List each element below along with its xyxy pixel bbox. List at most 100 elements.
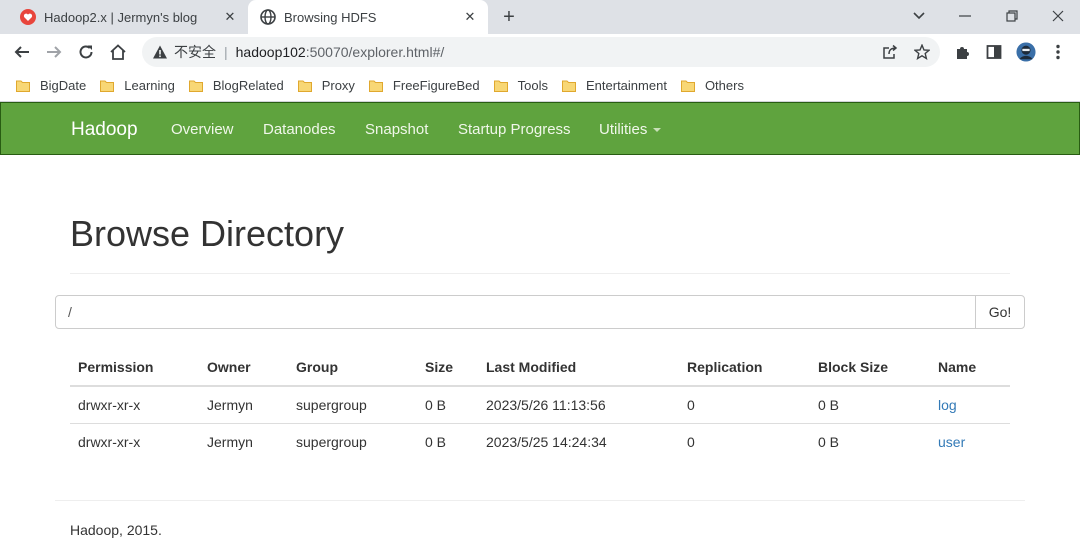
hadoop-navbar: Hadoop Overview Datanodes Snapshot Start… [0,102,1080,155]
directory-path-input[interactable] [55,295,976,329]
page-title: Browse Directory [70,213,345,254]
bookmark-folder-entertainment[interactable]: Entertainment [562,74,667,98]
address-bar[interactable]: 不安全 | hadoop102:50070/explorer.html#/ [142,37,940,67]
bookmark-folder-bigdate[interactable]: BigDate [16,74,86,98]
close-tab-icon[interactable]: ✕ [462,9,478,25]
column-header-owner[interactable]: Owner [199,348,288,387]
bookmark-folder-proxy[interactable]: Proxy [297,74,355,98]
tab-title: Browsing HDFS [284,9,377,25]
bookmark-label: Tools [517,78,548,93]
nav-snapshot[interactable]: Snapshot [365,121,428,138]
directory-table: Permission Owner Group Size Last Modifie… [70,348,1010,460]
bookmark-label: Learning [124,78,175,93]
warning-icon [153,45,167,59]
tab-strip: Hadoop2.x | Jermyn's blog ✕ Browsing HDF… [0,0,1080,34]
nav-overview[interactable]: Overview [171,121,234,138]
cell-owner: Jermyn [207,433,253,450]
nav-startup-progress[interactable]: Startup Progress [458,121,571,138]
cell-block-size: 0 B [810,386,930,424]
cell-last-modified: 2023/5/26 11:13:56 [478,386,679,424]
cell-last-modified: 2023/5/25 14:24:34 [486,433,607,450]
address-separator: | [224,44,228,60]
cell-size: 0 B [417,386,478,424]
bookmark-label: BigDate [40,78,87,93]
folder-icon [562,80,576,92]
new-tab-button[interactable]: + [498,7,520,29]
extensions-puzzle-icon[interactable] [952,42,972,62]
cell-size: 0 B [425,433,447,450]
menu-kebab-icon[interactable] [1048,42,1068,62]
bookmark-folder-others[interactable]: Others [680,74,744,98]
folder-icon [368,80,383,92]
cell-permission: drwxr-xr-x [78,433,141,450]
folder-icon [188,80,203,92]
hadoop-brand-link[interactable]: Hadoop [71,119,138,141]
bookmark-label: Others [704,78,744,93]
divider [55,500,1025,501]
tab-browsing-hdfs[interactable]: Browsing HDFS ✕ [248,0,488,34]
column-header-group[interactable]: Group [288,348,417,387]
tab-search-chevron-icon[interactable] [907,5,931,27]
security-label: 不安全 [174,44,216,60]
globe-icon [260,9,276,25]
url-path: :50070/explorer.html#/ [305,44,445,60]
cell-group: supergroup [296,433,367,450]
bookmark-star-icon[interactable] [914,44,930,60]
cell-name: user [930,423,1010,460]
cell-name: log [930,386,1010,424]
go-button[interactable]: Go! [975,295,1025,329]
folder-icon [100,80,115,92]
tab-hadoop-blog[interactable]: Hadoop2.x | Jermyn's blog ✕ [8,0,248,34]
bookmark-label: Entertainment [586,78,667,93]
caret-down-icon [653,128,662,133]
column-header-block-size[interactable]: Block Size [810,348,930,387]
bookmark-label: FreeFigureBed [392,78,480,93]
folder-icon [16,80,30,92]
column-header-last-modified[interactable]: Last Modified [478,348,679,387]
nav-utilities-dropdown[interactable]: Utilities [599,121,662,138]
cell-replication: 0 [679,386,810,424]
cell-owner: Jermyn [199,386,288,424]
close-tab-icon[interactable]: ✕ [222,9,238,25]
bookmark-folder-freefigurebed[interactable]: FreeFigureBed [368,74,480,98]
nav-utilities-label: Utilities [599,121,648,138]
column-header-size[interactable]: Size [417,348,478,387]
table-header-row: Permission Owner Group Size Last Modifie… [70,348,1010,387]
bookmark-label: Proxy [321,78,355,93]
share-icon[interactable] [882,44,898,60]
cell-block-size: 0 B [818,433,840,450]
home-icon[interactable] [105,39,131,65]
side-panel-icon[interactable] [984,42,1004,62]
column-header-replication[interactable]: Replication [679,348,810,387]
bookmark-folder-learning[interactable]: Learning [100,74,175,98]
heart-icon [20,9,36,25]
avatar[interactable] [1016,42,1036,62]
table-row: drwxr-xr-x Jermyn supergroup 0 B 2023/5/… [70,423,1010,460]
bookmarks-bar: BigDate Learning BlogRelated Proxy FreeF… [0,70,1080,102]
reload-icon[interactable] [73,39,99,65]
folder-icon [680,80,695,92]
bookmark-label: BlogRelated [212,78,284,93]
cell-group: supergroup [288,386,417,424]
cell-permission: drwxr-xr-x [70,386,199,424]
forward-arrow-icon[interactable] [41,39,67,65]
column-header-name[interactable]: Name [930,348,1010,387]
restore-icon[interactable] [1000,5,1024,27]
url-host: hadoop102 [235,44,306,60]
divider [70,273,1010,274]
close-window-icon[interactable] [1046,5,1070,27]
tab-title: Hadoop2.x | Jermyn's blog [44,9,198,25]
column-header-permission[interactable]: Permission [70,348,199,387]
bookmark-folder-blogrelated[interactable]: BlogRelated [188,74,284,98]
directory-link-log[interactable]: log [938,397,957,413]
browser-toolbar: 不安全 | hadoop102:50070/explorer.html#/ [0,34,1080,70]
nav-datanodes[interactable]: Datanodes [263,121,336,138]
minimize-icon[interactable] [953,5,977,27]
folder-icon [493,80,508,92]
directory-link-user[interactable]: user [938,434,965,450]
bookmark-folder-tools[interactable]: Tools [493,74,548,98]
folder-icon [297,80,312,92]
footer-text: Hadoop, 2015. [70,522,162,538]
back-arrow-icon[interactable] [9,39,35,65]
table-row: drwxr-xr-x Jermyn supergroup 0 B 2023/5/… [70,386,1010,424]
